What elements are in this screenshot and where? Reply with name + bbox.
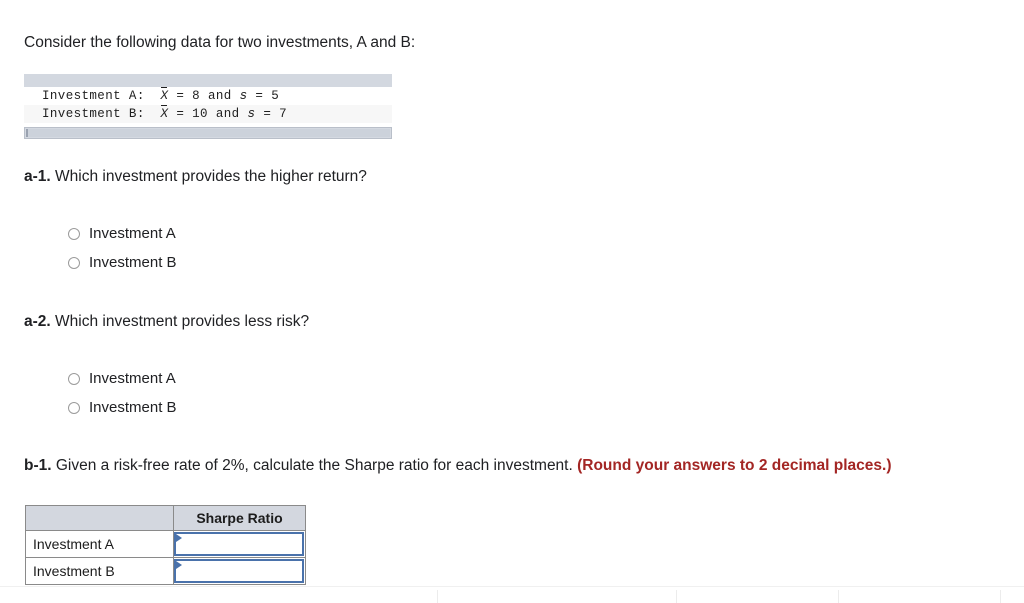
mean-value: 8 <box>192 89 201 103</box>
sharpe-ratio-input-investment-a[interactable] <box>174 532 304 556</box>
question-b1-text: b-1. Given a risk-free rate of 2%, calcu… <box>24 455 892 476</box>
data-row-a-label: Investment A: <box>42 89 145 103</box>
table-row: Investment B <box>25 557 306 585</box>
table-row: Investment A: X = 8 and s = 5 <box>24 87 392 105</box>
s-symbol: s <box>247 107 256 121</box>
x-bar-symbol: X <box>160 87 169 103</box>
s-symbol: s <box>239 89 248 103</box>
sd-value: 5 <box>271 89 280 103</box>
answer-header-blank <box>25 505 174 531</box>
answer-cell-investment-a[interactable] <box>173 530 306 558</box>
radio-label: Investment A <box>89 224 176 242</box>
data-row-b-label: Investment B: <box>42 107 145 121</box>
radio-label: Investment A <box>89 369 176 387</box>
answer-row-label-investment-b: Investment B <box>25 557 174 585</box>
investment-data-panel: Investment A: X = 8 and s = 5 Investment… <box>24 74 392 139</box>
data-row-a-cell: Investment A: X = 8 and s = 5 <box>24 87 392 105</box>
scrollbar-thumb[interactable] <box>26 129 390 137</box>
bottom-grid-line <box>838 590 839 603</box>
radio-label: Investment B <box>89 398 177 416</box>
table-row: Investment B: X = 10 and s = 7 <box>24 105 392 123</box>
question-a2-options: Investment A Investment B <box>68 364 177 422</box>
bottom-divider <box>0 586 1024 587</box>
radio-option-a1-investment-a[interactable]: Investment A <box>68 219 177 248</box>
intro-text: Consider the following data for two inve… <box>24 34 416 51</box>
answer-table-header-row: Sharpe Ratio <box>25 505 306 531</box>
bottom-grid-line <box>1000 590 1001 603</box>
question-a2-body: Which investment provides less risk? <box>55 313 310 330</box>
sd-equals: = <box>263 107 272 121</box>
investment-data-table: Investment A: X = 8 and s = 5 Investment… <box>24 87 392 123</box>
question-b1-label: b-1. <box>24 457 52 474</box>
answer-cell-investment-b[interactable] <box>173 557 306 585</box>
data-panel-header-bar <box>24 74 392 87</box>
radio-option-a2-investment-b[interactable]: Investment B <box>68 393 177 422</box>
question-b1-rounding-note: (Round your answers to 2 decimal places.… <box>577 457 892 474</box>
radio-option-a2-investment-a[interactable]: Investment A <box>68 364 177 393</box>
mean-equals: = <box>176 89 185 103</box>
question-a2-label: a-2. <box>24 313 51 330</box>
conjunction: and <box>207 89 232 103</box>
radio-icon[interactable] <box>68 372 80 385</box>
answer-row-label-investment-a: Investment A <box>25 530 174 558</box>
sharpe-ratio-answer-table: Sharpe Ratio Investment A Investment B <box>25 505 306 585</box>
sd-equals: = <box>255 89 264 103</box>
sd-value: 7 <box>279 107 288 121</box>
data-panel-horizontal-scrollbar[interactable] <box>24 127 392 139</box>
bottom-partial-table <box>0 590 1024 603</box>
sharpe-ratio-input-investment-b[interactable] <box>174 559 304 583</box>
bottom-grid-line <box>676 590 677 603</box>
answer-header-sharpe-ratio: Sharpe Ratio <box>173 505 306 531</box>
question-a1-text: a-1. Which investment provides the highe… <box>24 166 367 187</box>
question-b1-body: Given a risk-free rate of 2%, calculate … <box>55 457 573 474</box>
conjunction: and <box>215 107 240 121</box>
radio-icon[interactable] <box>68 401 80 414</box>
table-row: Investment A <box>25 530 306 558</box>
question-a2-text: a-2. Which investment provides less risk… <box>24 311 309 332</box>
radio-icon[interactable] <box>68 227 80 240</box>
bottom-grid-line <box>437 590 438 603</box>
data-row-b-cell: Investment B: X = 10 and s = 7 <box>24 105 392 123</box>
radio-label: Investment B <box>89 253 177 271</box>
mean-value: 10 <box>192 107 208 121</box>
question-a1-body: Which investment provides the higher ret… <box>55 168 367 185</box>
question-a1-options: Investment A Investment B <box>68 219 177 277</box>
mean-equals: = <box>176 107 185 121</box>
x-bar-symbol: X <box>160 105 169 121</box>
radio-icon[interactable] <box>68 256 80 269</box>
question-a1-label: a-1. <box>24 168 51 185</box>
radio-option-a1-investment-b[interactable]: Investment B <box>68 248 177 277</box>
